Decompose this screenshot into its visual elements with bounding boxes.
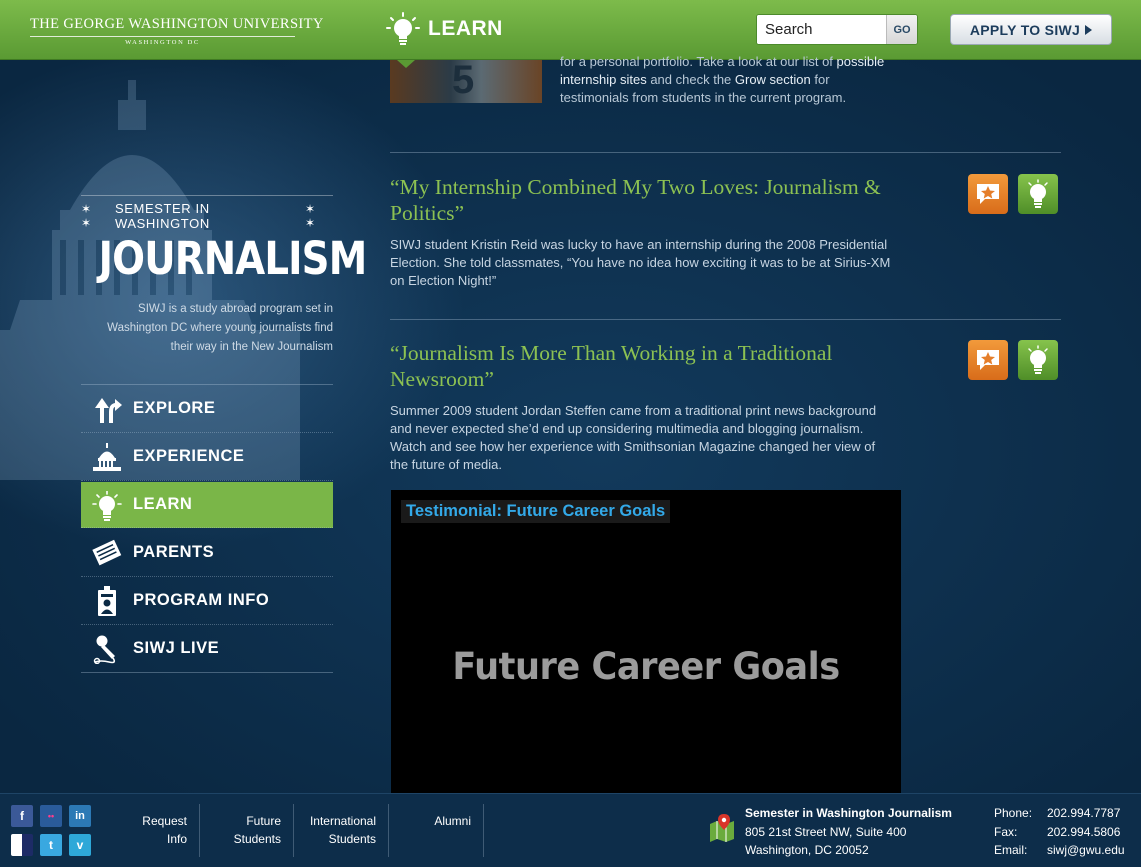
stars-icon: ✶ ✶ [81,202,94,230]
nav-item-learn[interactable]: LEARN [81,482,333,528]
fork-arrows-icon [95,398,122,423]
sidebar-nav: EXPLORE EXPERIENCE LEARN PARENTS PROGRAM… [81,384,333,673]
section-title: LEARN [428,17,503,40]
footer-contact: Phone: 202.994.7787 Fax: 202.994.5806 Emai… [994,804,1125,860]
nav-label: EXPLORE [133,399,216,417]
vimeo-icon[interactable]: v [69,834,91,856]
newspaper-icon [92,539,122,566]
post-body: Summer 2009 student Jordan Steffen came … [390,403,877,472]
nav-item-parents[interactable]: PARENTS [81,529,333,577]
nav-label: PARENTS [133,543,215,561]
brand-subtitle: SEMESTER IN WASHINGTON [114,201,210,231]
nav-item-explore[interactable]: EXPLORE [81,385,333,433]
thumbnail-number: 5 [452,60,475,102]
footer: f •• in t v Request Info Future Students… [0,793,1141,867]
capitol-icon [93,443,121,471]
phone-number: 202.994.7787 [1047,806,1121,820]
nav-item-experience[interactable]: EXPERIENCE [81,433,333,481]
star-speech-icon [977,184,999,204]
apply-button[interactable]: APPLY TO SIWJ [950,14,1112,45]
divider [390,319,1061,320]
learn-button[interactable] [1018,340,1058,380]
footer-link-international-students[interactable]: International Students [294,804,389,857]
video-title-card: Future Career Goals [452,645,840,688]
video-caption-tag: Testimonial: Future Career Goals [401,500,671,523]
divider [390,152,1061,153]
intro-paragraph: for a personal portfolio. Take a look at… [560,53,900,107]
video-player[interactable]: Testimonial: Future Career Goals Future … [391,490,901,793]
city-address: Washington, DC 20052 [745,843,869,857]
map-pin-icon [710,814,734,842]
flickr-icon[interactable]: •• [40,805,62,827]
nav-label: PROGRAM INFO [133,591,270,609]
post-item: “My Internship Combined My Two Loves: Jo… [390,174,1061,290]
email-link[interactable]: siwj@gwu.edu [1047,841,1125,860]
learn-button[interactable] [1018,174,1058,214]
grow-section-link[interactable]: Grow section [735,72,811,87]
lightbulb-icon [1028,179,1048,208]
apply-button-label: APPLY TO SIWJ [969,21,1081,38]
press-badge-icon [98,586,116,616]
play-arrow-icon [1085,24,1093,35]
footer-link-line: Students [328,832,376,846]
phone-label: Phone: [994,806,1033,820]
footer-link-line: Students [233,832,281,846]
search-input[interactable] [757,15,887,44]
intro-text-middle: and check the [646,72,735,87]
delicious-icon[interactable] [11,834,33,856]
lightbulb-icon [1028,345,1048,374]
org-name: Semester in Washington Journalism [745,806,952,820]
star-speech-icon [977,350,999,370]
footer-link-line: Info [166,832,187,846]
footer-link-alumni[interactable]: Alumni [389,804,484,857]
footer-link-request-info[interactable]: Request Info [110,804,200,857]
search-go-button[interactable]: GO [886,15,917,44]
university-location: WASHINGTON DC [30,36,295,46]
footer-link-line: International [309,814,376,828]
program-brand: ✶ ✶ SEMESTER IN WASHINGTON ✶ ✶ JOURNALIS… [81,195,368,287]
twitter-icon[interactable]: t [40,834,62,856]
nav-label: LEARN [133,495,193,513]
post-item: “Journalism Is More Than Working in a Tr… [390,340,1061,474]
favorite-button[interactable] [968,174,1008,214]
nav-label: EXPERIENCE [133,447,245,465]
fax-label: Fax: [994,824,1018,839]
post-body: SIWJ student Kristin Reid was lucky to h… [390,237,891,288]
top-navigation-bar: THE GEORGE WASHINGTON UNIVERSITY WASHING… [0,0,1141,60]
footer-link-line: Request [142,814,187,828]
fax-number: 202.994.5806 [1047,824,1121,839]
nav-item-program-info[interactable]: PROGRAM INFO [81,577,333,625]
lightbulb-icon [386,12,420,45]
brand-top-line: ✶ ✶ SEMESTER IN WASHINGTON ✶ ✶ [81,195,333,231]
brand-title: JOURNALISM [98,232,368,285]
social-links: f •• in t v [11,805,96,856]
university-name: THE GEORGE WASHINGTON UNIVERSITY [30,16,324,32]
section-header: LEARN [386,12,503,46]
post-title[interactable]: “My Internship Combined My Two Loves: Jo… [390,174,910,226]
linkedin-icon[interactable]: in [69,805,91,827]
program-description: SIWJ is a study abroad program set in Wa… [107,303,333,353]
intro-text-before: for a personal portfolio. Take a look at… [560,54,837,69]
post-title[interactable]: “Journalism Is More Than Working in a Tr… [390,340,910,392]
email-label: Email: [994,843,1028,857]
footer-link-future-students[interactable]: Future Students [200,804,294,857]
facebook-icon[interactable]: f [11,805,33,827]
lightbulb-icon [92,491,122,521]
footer-link-line: Future [246,814,281,828]
favorite-button[interactable] [968,340,1008,380]
footer-address: Semester in Washington Journalism 805 21… [745,804,952,860]
nav-item-siwj-live[interactable]: SIWJ LIVE [81,625,333,673]
nav-label: SIWJ LIVE [133,639,220,657]
microphone-icon [93,635,116,664]
footer-links: Request Info Future Students Internation… [110,804,484,857]
gwu-logo[interactable]: THE GEORGE WASHINGTON UNIVERSITY WASHING… [30,16,324,46]
street-address: 805 21st Street NW, Suite 400 [745,824,907,839]
search-box: GO [756,14,918,45]
footer-link-line: Alumni [434,814,471,828]
section-pointer [397,60,415,68]
stars-icon: ✶ ✶ [305,202,318,230]
